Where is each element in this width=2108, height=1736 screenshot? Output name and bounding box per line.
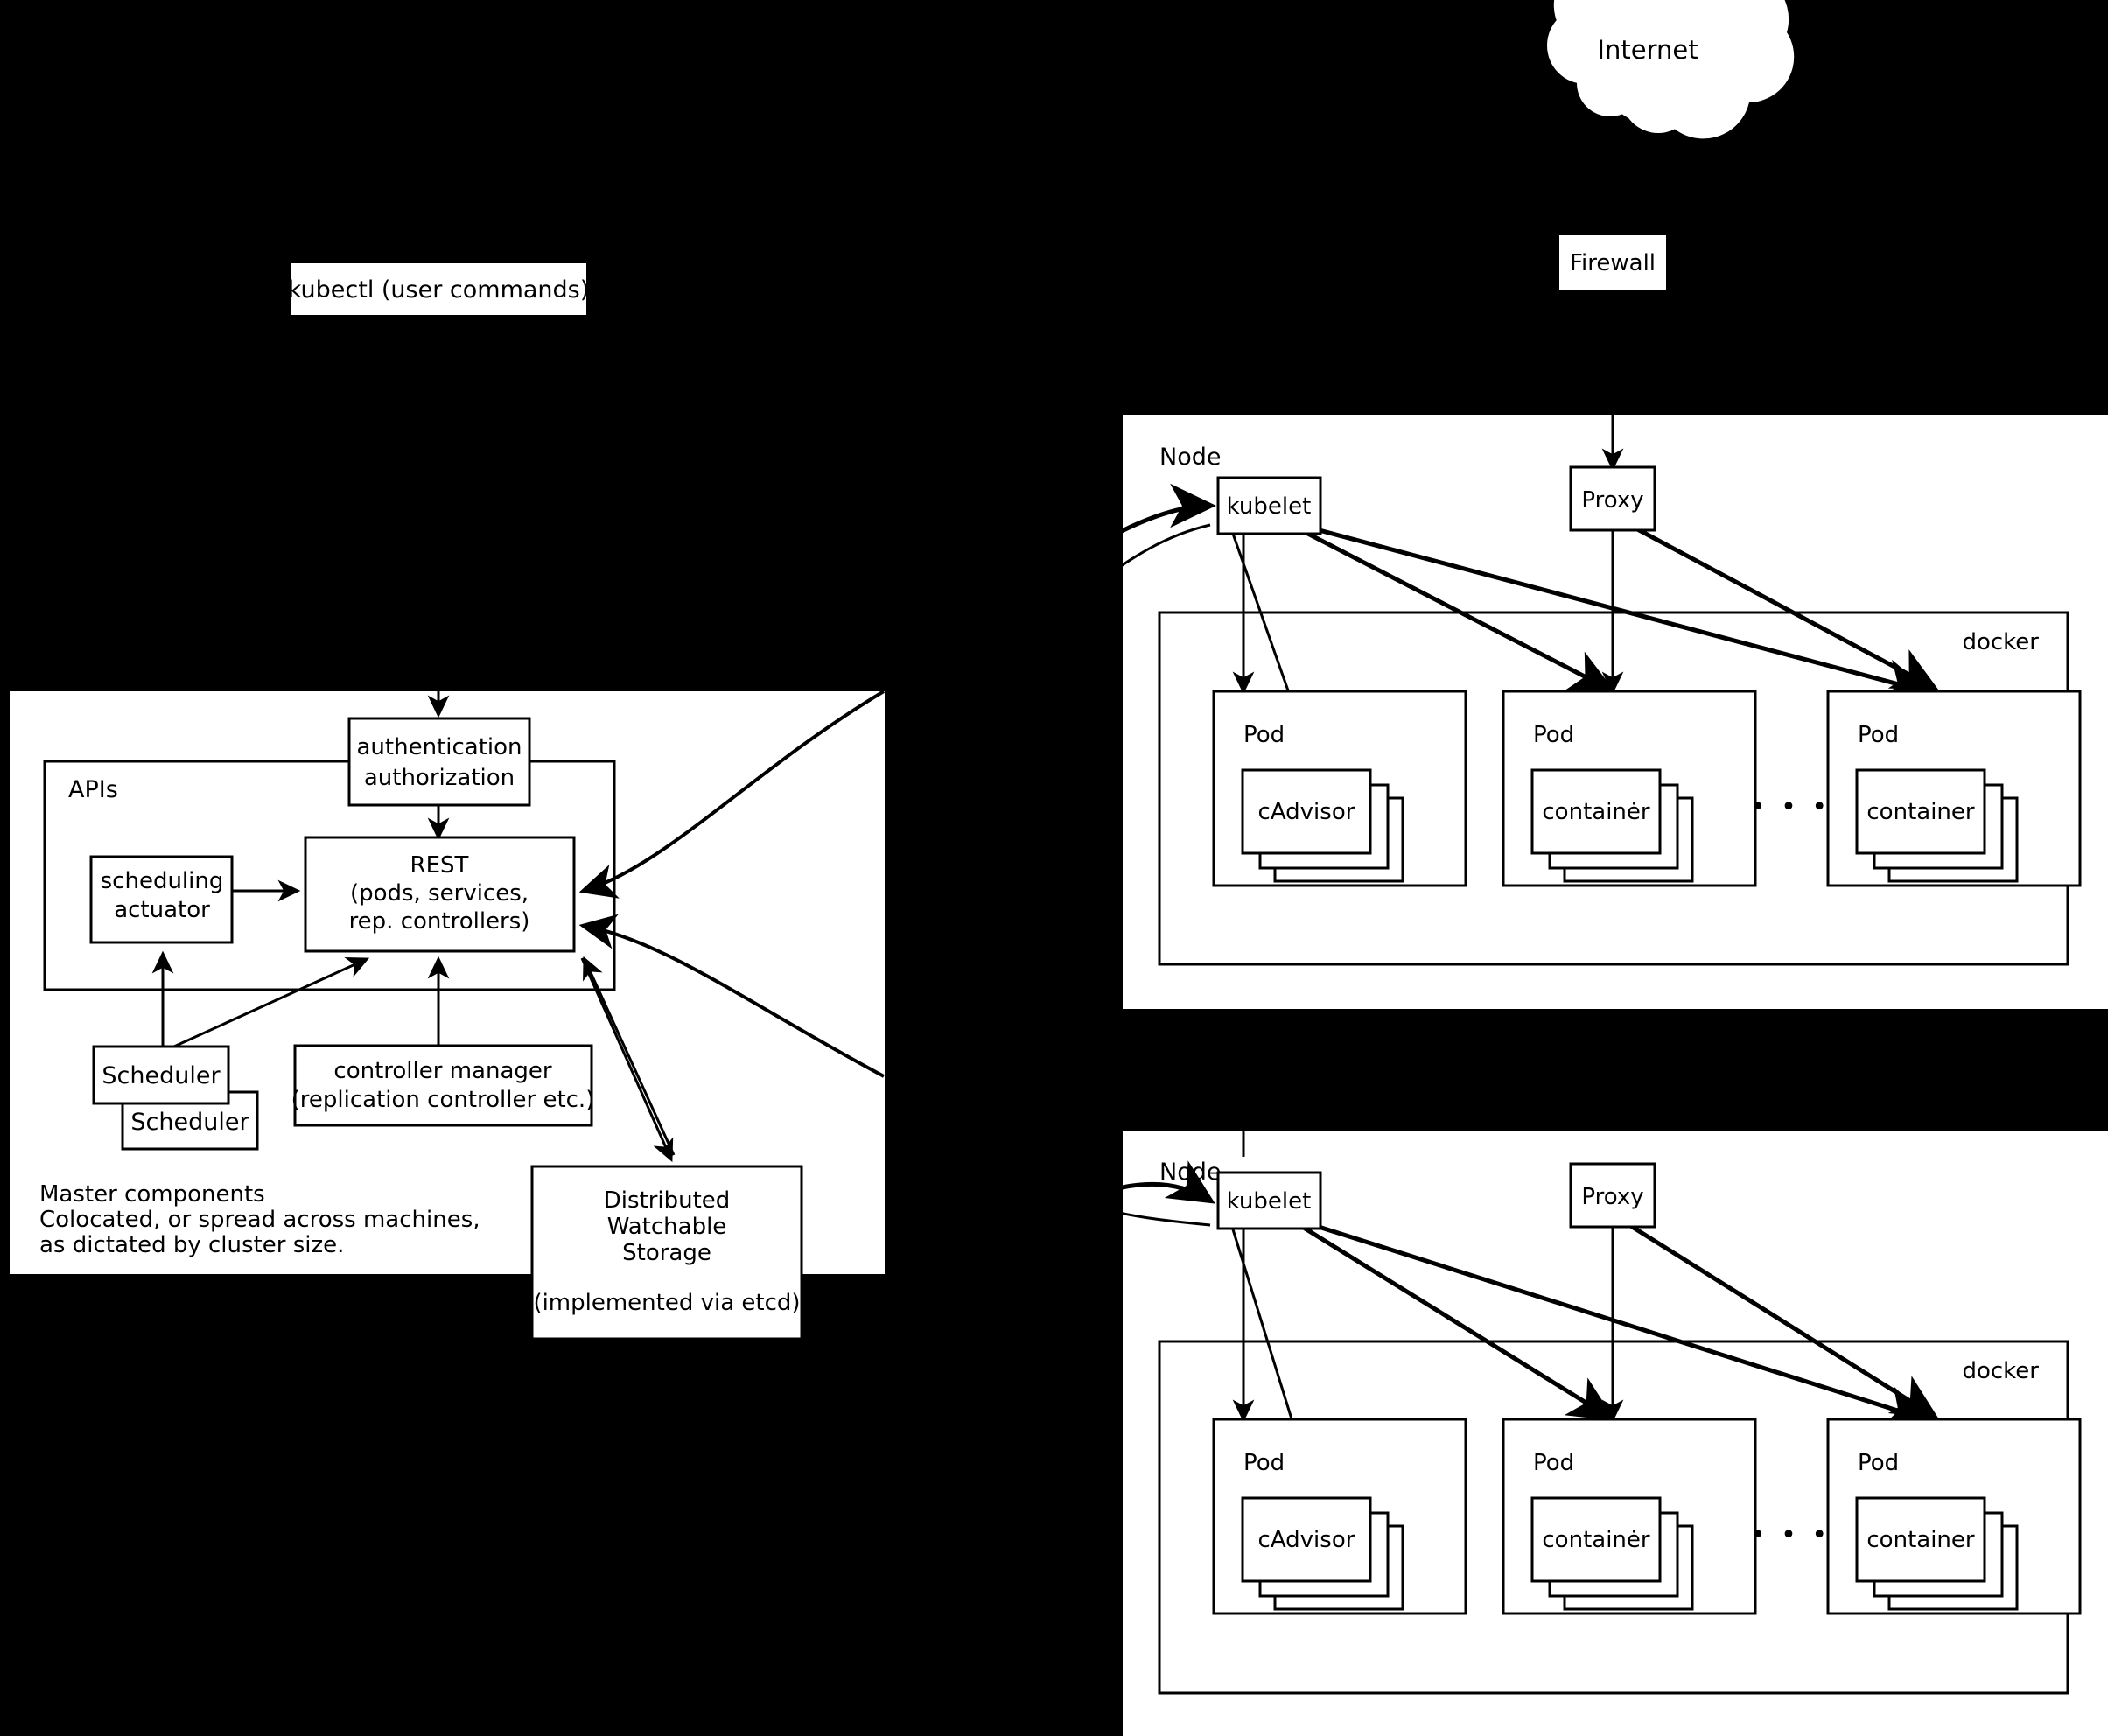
internet-cloud — [1547, 0, 1795, 139]
scheduler-back-label: Scheduler — [130, 1109, 249, 1136]
rest-label-line3: rep. controllers) — [349, 908, 530, 934]
master-caption-line2: Colocated, or spread across machines, — [39, 1207, 480, 1233]
authorization-label: authorization — [364, 765, 515, 791]
storage-label-line1: Distributed — [604, 1187, 731, 1214]
kubectl-label: kubectl (user commands) — [288, 276, 590, 304]
pod-label-2-2: Pod — [1533, 1450, 1574, 1476]
proxy-label-2: Proxy — [1581, 1184, 1643, 1210]
rest-label-line2: (pods, services, — [350, 880, 529, 906]
pod-label-2-1: Pod — [1243, 1450, 1285, 1476]
storage-label-line3: Storage — [622, 1240, 711, 1266]
container-label-2-1: cAdvisor — [1258, 1527, 1355, 1553]
kubelet-label-2: kubelet — [1227, 1188, 1312, 1214]
scheduling-actuator-label-line1: scheduling — [101, 868, 224, 894]
scheduling-actuator-label-line2: actuator — [114, 897, 210, 923]
container-label-1-2: containėr — [1542, 799, 1650, 825]
apis-label: APIs — [68, 776, 118, 803]
docker-label-1: docker — [1962, 629, 2039, 655]
pod-label-1-2: Pod — [1533, 722, 1574, 748]
docker-label-2: docker — [1962, 1358, 2039, 1384]
kubelet-label-1: kubelet — [1227, 494, 1312, 520]
pod-label-2-3: Pod — [1858, 1450, 1899, 1476]
authentication-label: authentication — [356, 734, 522, 760]
container-label-1-1: cAdvisor — [1258, 799, 1355, 825]
pod-ellipsis-1: • • • — [1750, 792, 1831, 822]
scheduler-front-label: Scheduler — [102, 1062, 221, 1089]
container-label-2-2: containėr — [1542, 1527, 1650, 1553]
container-label-1-3: container — [1866, 799, 1975, 825]
storage-label-line4: (implemented via etcd) — [533, 1290, 800, 1316]
controller-manager-label-line2: (replication controller etc.) — [291, 1087, 595, 1113]
storage-label-line2: Watchable — [607, 1214, 727, 1240]
master-caption-line1: Master components — [39, 1181, 265, 1208]
controller-manager-label-line1: controller manager — [333, 1058, 551, 1084]
pod-ellipsis-2: • • • — [1750, 1520, 1831, 1550]
firewall-label: Firewall — [1570, 250, 1656, 276]
pod-label-1-3: Pod — [1858, 722, 1899, 748]
master-caption-line3: as dictated by cluster size. — [39, 1232, 344, 1258]
rest-label-line1: REST — [410, 852, 469, 878]
internet-label: Internet — [1597, 35, 1698, 65]
authentication-authorization-box — [347, 717, 531, 807]
pod-label-1-1: Pod — [1243, 722, 1285, 748]
node-label-1: Node — [1159, 444, 1221, 471]
container-label-2-3: container — [1866, 1527, 1975, 1553]
node-label-2: Node — [1159, 1158, 1221, 1186]
proxy-label-1: Proxy — [1581, 487, 1643, 514]
diagram-canvas: Internet Firewall kubectl (user commands… — [0, 0, 2108, 1736]
